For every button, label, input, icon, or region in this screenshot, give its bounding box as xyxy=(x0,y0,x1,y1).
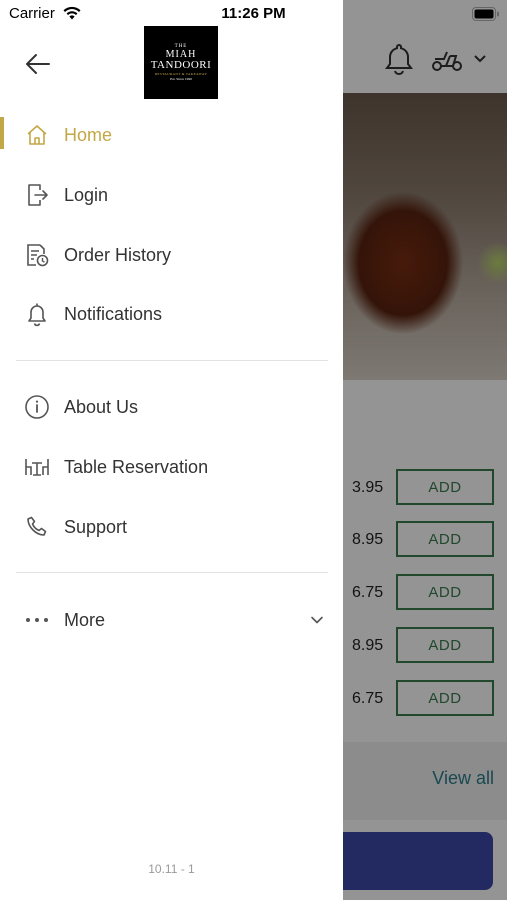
logo-line: Est. Since 1990 xyxy=(170,77,192,81)
nav-item-label: About Us xyxy=(64,396,139,417)
nav-item-label: Notifications xyxy=(64,303,163,324)
app-version: 10.11 - 1 xyxy=(148,862,195,876)
status-bar: Carrier 11:26 PM xyxy=(0,0,507,28)
phone-icon xyxy=(24,514,50,540)
section-divider xyxy=(16,572,328,573)
nav-item-label: Table Reservation xyxy=(64,456,209,477)
nav-item-notifications[interactable]: Notifications xyxy=(0,288,343,340)
nav-item-label: More xyxy=(64,609,106,630)
nav-item-label: Support xyxy=(64,516,128,537)
nav-item-order-history[interactable]: Order History xyxy=(0,229,343,281)
nav-item-label: Home xyxy=(64,124,113,145)
side-drawer: THE MIAH TANDOORI RESTAURANT & TAKEAWAY … xyxy=(0,0,343,900)
chevron-down-icon[interactable] xyxy=(308,611,326,629)
nav-item-table-reservation[interactable]: Table Reservation xyxy=(0,441,343,493)
active-indicator xyxy=(0,117,4,149)
status-time: 11:26 PM xyxy=(221,5,286,22)
logo-line: MIAH xyxy=(165,48,197,60)
info-icon xyxy=(24,394,50,420)
home-icon xyxy=(24,122,50,148)
back-button[interactable] xyxy=(22,48,54,80)
nav-item-home[interactable]: Home xyxy=(0,109,343,161)
nav-item-more[interactable]: More xyxy=(0,594,343,646)
table-icon xyxy=(24,454,50,480)
bell-icon xyxy=(24,301,50,327)
login-icon xyxy=(24,182,50,208)
nav-item-about-us[interactable]: About Us xyxy=(0,381,343,433)
section-divider xyxy=(16,360,328,361)
nav-item-label: Login xyxy=(64,184,109,205)
order-history-icon xyxy=(24,242,50,268)
logo-line: TANDOORI xyxy=(150,58,212,71)
nav-item-login[interactable]: Login xyxy=(0,169,343,221)
arrow-left-icon xyxy=(26,54,50,74)
logo-line: RESTAURANT & TAKEAWAY xyxy=(154,71,208,76)
nav-item-label: Order History xyxy=(64,244,172,265)
nav-item-support[interactable]: Support xyxy=(0,501,343,553)
restaurant-logo: THE MIAH TANDOORI RESTAURANT & TAKEAWAY … xyxy=(144,26,218,99)
more-dots-icon xyxy=(24,607,50,633)
battery-icon xyxy=(472,7,500,21)
logo-line: THE xyxy=(174,43,188,49)
